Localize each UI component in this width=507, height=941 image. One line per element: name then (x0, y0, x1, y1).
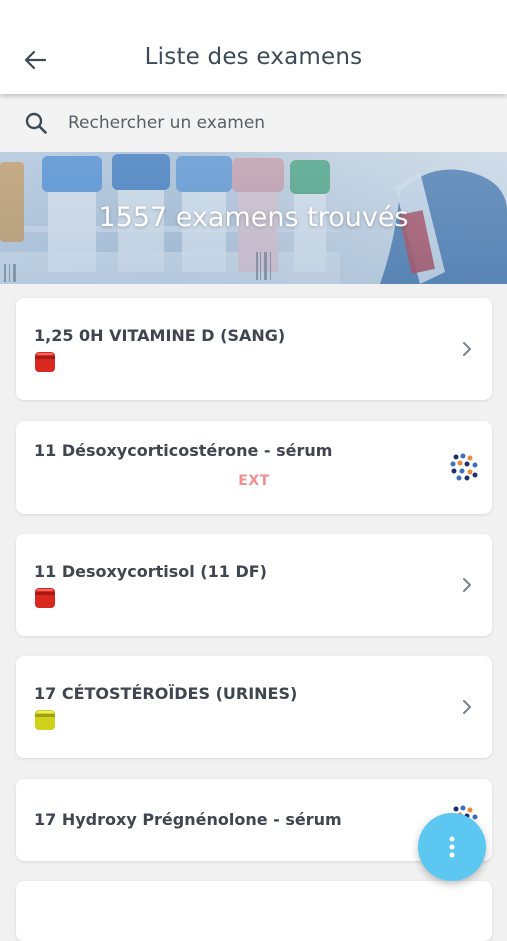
app-header: Liste des examens (0, 0, 507, 94)
exam-name: 11 Désoxycorticostérone - sérum (34, 441, 333, 460)
tube-icon (35, 588, 55, 608)
partner-lab-icon (450, 453, 478, 481)
ext-badge: EXT (238, 473, 270, 489)
exam-item[interactable]: 17 CÉTOSTÉROÏDES (URINES) (16, 656, 492, 758)
exam-name: 17 CÉTOSTÉROÏDES (URINES) (34, 684, 298, 703)
results-count: 1557 examens trouvés (98, 202, 409, 233)
exam-name: 1,25 0H VITAMINE D (SANG) (34, 326, 286, 345)
exam-name: 11 Desoxycortisol (11 DF) (34, 562, 267, 581)
more-vertical-icon (449, 836, 455, 858)
tube-icon (35, 710, 55, 730)
chevron-right-icon (463, 342, 471, 356)
search-input[interactable] (66, 112, 470, 134)
results-banner: 1557 examens trouvés (0, 152, 507, 284)
more-options-button[interactable] (418, 813, 486, 881)
chevron-right-icon (463, 700, 471, 714)
exam-item[interactable]: 11 Desoxycortisol (11 DF) (16, 534, 492, 636)
tube-icon (35, 352, 55, 372)
exam-item[interactable] (16, 881, 492, 941)
exam-item[interactable]: 11 Désoxycorticostérone - sérum EXT (16, 421, 492, 514)
search-bar (0, 94, 507, 152)
search-icon (24, 111, 48, 135)
page-title: Liste des examens (144, 44, 363, 70)
exam-name: 17 Hydroxy Prégnénolone - sérum (34, 810, 342, 829)
exam-item[interactable]: 1,25 0H VITAMINE D (SANG) (16, 298, 492, 400)
chevron-right-icon (463, 578, 471, 592)
